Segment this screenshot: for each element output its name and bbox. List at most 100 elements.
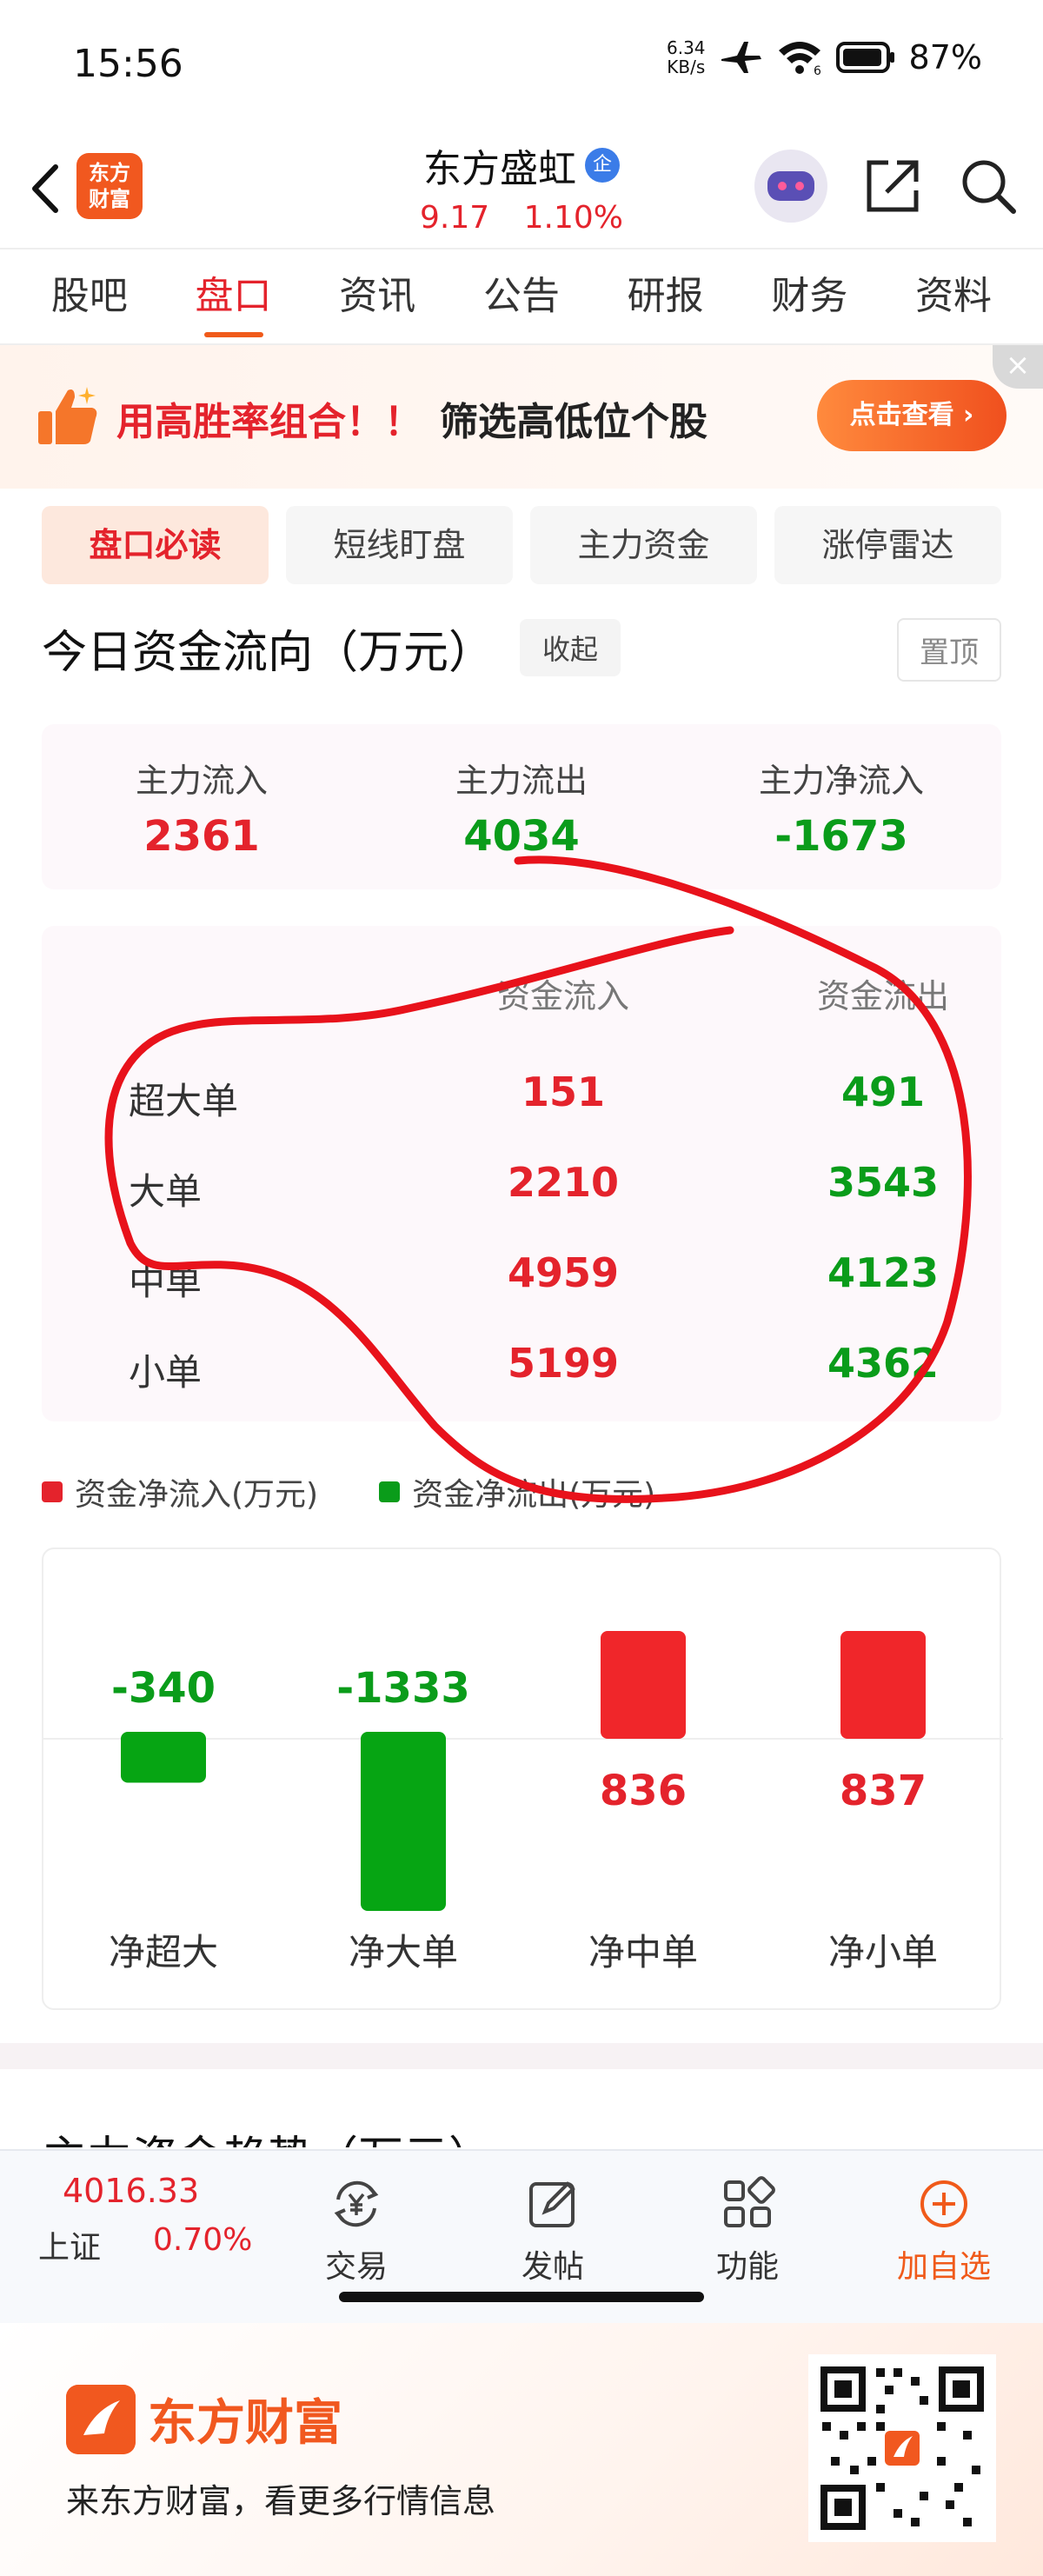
bar-0 — [121, 1732, 206, 1783]
category-label: 净超大 — [109, 1931, 218, 1974]
share-icon[interactable] — [862, 156, 923, 216]
banner-view-button[interactable]: 点击查看 › — [817, 380, 1006, 451]
summary-label: 主力净流入 — [758, 761, 924, 800]
index-change-pct[interactable]: 0.70% — [153, 2222, 252, 2258]
legend-swatch-red — [42, 1481, 63, 1502]
section-divider — [0, 2043, 1043, 2069]
nav-label: 加自选 — [896, 2249, 991, 2285]
category-label: 净中单 — [588, 1931, 698, 1974]
legend-label: 资金净流出(万元) — [412, 1477, 656, 1513]
status-icons: 6.34 KB/s 6 87% — [667, 38, 982, 77]
net-flow-bar-chart: -340 净超大 -1333 净大单 836 净中单 837 净小单 — [43, 1631, 1003, 1974]
net-speed-value: 6.34 — [667, 37, 706, 58]
tab-finance[interactable]: 财务 — [771, 264, 847, 329]
index-name[interactable]: 上证 — [38, 2222, 101, 2267]
legend-inflow: 资金净流入(万元) — [42, 1469, 318, 1514]
legend-label: 资金净流入(万元) — [75, 1477, 319, 1513]
tab-pankou[interactable]: 盘口 — [196, 264, 272, 337]
legend-swatch-green — [379, 1481, 401, 1502]
network-speed: 6.34 KB/s — [667, 38, 706, 77]
thumbs-up-icon — [38, 387, 97, 444]
banner-text: 用高胜率组合！！ 筛选高低位个股 — [116, 390, 708, 446]
bar-value-label: -340 — [111, 1664, 216, 1713]
subtab-must-read[interactable]: 盘口必读 — [42, 506, 269, 584]
next-section-title: 主力资金趋势（万元） — [42, 2121, 494, 2147]
bar-value-label: 837 — [840, 1767, 927, 1815]
nav-trade[interactable]: 交易 — [287, 2173, 426, 2286]
bar-value-label: 836 — [600, 1767, 687, 1815]
bar-1 — [361, 1732, 446, 1911]
legend-outflow: 资金净流出(万元) — [379, 1469, 655, 1514]
fold-button[interactable]: 收起 — [520, 619, 621, 676]
pin-top-button[interactable]: 置顶 — [897, 618, 1001, 682]
stock-price: 9.17 — [420, 200, 490, 236]
status-bar: 15:56 6.34 KB/s 6 87% — [0, 0, 1043, 130]
table-row: 小单 5199 4362 — [42, 1319, 1001, 1409]
main-tabs: 股吧 盘口 资讯 公告 研报 财务 资料 — [0, 248, 1043, 345]
summary-net: 主力净流入 -1673 — [711, 754, 972, 861]
nav-post[interactable]: 发帖 — [483, 2173, 622, 2286]
col-header-outflow: 资金流出 — [816, 977, 949, 1015]
subtab-main-funds[interactable]: 主力资金 — [530, 506, 757, 584]
row-inflow: 151 — [521, 1068, 606, 1115]
col-header-inflow: 资金流入 — [496, 977, 629, 1015]
summary-value: 4034 — [463, 811, 580, 861]
row-label: 中单 — [129, 1261, 203, 1303]
subtab-limit-radar[interactable]: 涨停雷达 — [774, 506, 1001, 584]
row-label: 大单 — [129, 1170, 203, 1213]
nav-functions[interactable]: 功能 — [678, 2173, 817, 2286]
yuan-exchange-icon — [334, 2180, 379, 2227]
header-actions — [754, 150, 1019, 223]
summary-label: 主力流入 — [135, 761, 268, 800]
banner-highlight: 用高胜率组合！！ — [116, 400, 422, 444]
stock-name: 东方盛虹 — [423, 147, 576, 191]
nav-label: 交易 — [324, 2249, 388, 2285]
category-label: 净小单 — [828, 1931, 938, 1974]
stock-change-pct: 1.10% — [523, 200, 623, 236]
bar-value-label: -1333 — [336, 1664, 470, 1713]
row-outflow: 491 — [840, 1068, 926, 1115]
tab-news[interactable]: 资讯 — [339, 264, 415, 329]
summary-outflow: 主力流出 4034 — [391, 754, 652, 861]
row-inflow: 5199 — [507, 1340, 620, 1387]
row-inflow: 4959 — [507, 1249, 620, 1296]
index-value[interactable]: 4016.33 — [63, 2172, 199, 2210]
footer-brand: 东方财富 — [66, 2384, 342, 2454]
nav-add-favorite[interactable]: 加自选 — [874, 2173, 1013, 2286]
enterprise-badge-icon: 企 — [585, 148, 620, 183]
promo-banner[interactable]: 用高胜率组合！！ 筛选高低位个股 点击查看 › × — [0, 345, 1043, 489]
table-row: 大单 2210 3543 — [42, 1138, 1001, 1228]
row-label: 超大单 — [129, 1080, 239, 1122]
ai-assistant-avatar[interactable] — [754, 150, 827, 223]
summary-label: 主力流出 — [455, 761, 588, 800]
wifi-icon: 6 — [778, 42, 821, 77]
tab-guba[interactable]: 股吧 — [51, 264, 128, 329]
row-label: 小单 — [129, 1351, 203, 1394]
tab-research[interactable]: 研报 — [628, 264, 704, 329]
search-icon[interactable] — [958, 156, 1019, 216]
subtab-short-watch[interactable]: 短线盯盘 — [286, 506, 513, 584]
tab-announcements[interactable]: 公告 — [483, 264, 560, 329]
nav-label: 功能 — [715, 2249, 779, 2285]
chart-legend: 资金净流入(万元) 资金净流出(万元) — [42, 1469, 655, 1514]
order-size-table: 资金流入 资金流出 超大单 151 491 大单 2210 3543 中单 49… — [42, 926, 1001, 1421]
edit-post-icon — [529, 2181, 575, 2227]
airplane-icon — [721, 42, 761, 73]
main-flow-summary: 主力流入 2361 主力流出 4034 主力净流入 -1673 — [42, 724, 1001, 889]
banner-main-text: 筛选高低位个股 — [440, 400, 708, 444]
bar-2 — [601, 1631, 686, 1739]
section-title: 今日资金流向（万元） — [42, 626, 495, 679]
stock-header: 东方 财富 东方盛虹 企 9.17 1.10% — [0, 130, 1043, 248]
battery-percent: 87% — [908, 38, 982, 77]
footer-brand-name: 东方财富 — [148, 2395, 342, 2452]
tab-profile[interactable]: 资料 — [915, 264, 992, 329]
home-indicator[interactable] — [339, 2292, 704, 2302]
nav-label: 发帖 — [521, 2249, 584, 2285]
row-inflow: 2210 — [507, 1159, 620, 1206]
banner-close-icon[interactable]: × — [993, 345, 1043, 389]
net-speed-unit: KB/s — [667, 57, 706, 77]
footer-tagline: 来东方财富，看更多行情信息 — [66, 2482, 496, 2520]
qr-code — [808, 2354, 996, 2542]
pankou-subtabs: 盘口必读 短线盯盘 主力资金 涨停雷达 — [42, 506, 1001, 584]
eastmoney-logo-icon — [66, 2384, 136, 2454]
